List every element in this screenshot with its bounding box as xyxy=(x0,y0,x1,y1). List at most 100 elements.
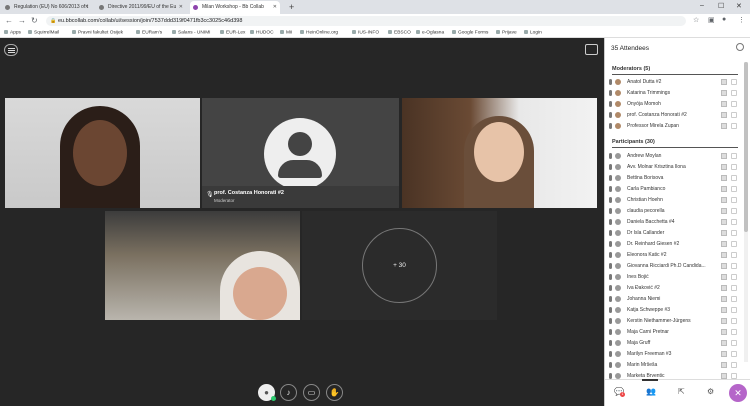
bookmark-item[interactable]: Login xyxy=(524,30,542,36)
new-tab-button[interactable]: + xyxy=(289,2,294,12)
forward-icon[interactable]: → xyxy=(18,16,26,25)
attendee-row[interactable]: Iva Đaković #2 xyxy=(609,284,743,294)
video-tile[interactable] xyxy=(105,211,300,320)
attendee-row[interactable]: claudia pecorella xyxy=(609,207,743,217)
tab-close-icon[interactable]: ✕ xyxy=(273,4,277,10)
browser-menu-icon[interactable]: ⋮ xyxy=(738,16,745,24)
attendee-row[interactable]: Avv. Molnar Krisztina Ilona xyxy=(609,163,743,173)
attendee-options-icon[interactable] xyxy=(731,296,737,302)
attendee-row[interactable]: Dr Isla Callander xyxy=(609,229,743,239)
attendee-row[interactable]: Bettina Borisova xyxy=(609,174,743,184)
window-close-icon[interactable]: ✕ xyxy=(736,2,742,10)
attendee-options-icon[interactable] xyxy=(731,318,737,324)
attendee-row[interactable]: Christian Hoehn xyxy=(609,196,743,206)
attendee-options-icon[interactable] xyxy=(731,101,737,107)
bookmark-item[interactable]: IUS-INFO xyxy=(352,30,379,36)
attendee-options-icon[interactable] xyxy=(731,307,737,313)
attendee-options-icon[interactable] xyxy=(731,153,737,159)
attendees-icon[interactable]: 👥 xyxy=(642,379,658,396)
extension-icon[interactable]: ▣ xyxy=(708,16,715,24)
minimize-icon[interactable]: – xyxy=(700,2,704,9)
attendee-row[interactable]: Marilyn Freeman #3 xyxy=(609,350,743,360)
browser-tab[interactable]: Regulation (EU) No 606/2013 of t ✕ xyxy=(2,1,92,14)
attendee-row[interactable]: Professor Mirela Župan xyxy=(609,122,743,132)
bookmark-item[interactable]: SquirrelMail xyxy=(28,30,59,36)
attendee-options-icon[interactable] xyxy=(731,252,737,258)
video-tile[interactable] xyxy=(5,98,200,208)
attendee-row[interactable]: Daniela Bacchetta #4 xyxy=(609,218,743,228)
my-status-button[interactable]: ● xyxy=(258,384,276,401)
attendee-row[interactable]: Giovanna Ricciardi Ph.D Candida... xyxy=(609,262,743,272)
profile-icon[interactable]: ● xyxy=(722,16,726,23)
attendee-row[interactable]: Kerstin Niethammer-Jürgens xyxy=(609,317,743,327)
gear-icon[interactable]: ⚙ xyxy=(707,387,714,396)
attendee-row[interactable]: Dr. Reinhard Giesen #2 xyxy=(609,240,743,250)
bookmark-item[interactable]: EURam's xyxy=(136,30,162,36)
presenter-tile[interactable]: 🎙 prof. Costanza Honorati #2 Moderator xyxy=(202,98,399,208)
attendee-options-icon[interactable] xyxy=(731,241,737,247)
attendee-options-icon[interactable] xyxy=(731,90,737,96)
camera-button[interactable]: ▭ xyxy=(303,384,320,401)
bookmark-item[interactable]: Pravni fakultet Osijek xyxy=(72,30,123,36)
tab-close-icon[interactable]: ✕ xyxy=(85,4,89,10)
attendee-options-icon[interactable] xyxy=(731,219,737,225)
layout-icon[interactable] xyxy=(585,44,598,55)
bookmark-item[interactable]: EUR-Lex xyxy=(220,30,245,36)
bookmark-item[interactable]: EBSCO xyxy=(388,30,411,36)
close-icon[interactable]: ✕ xyxy=(729,384,747,402)
back-icon[interactable]: ← xyxy=(5,16,13,25)
address-bar[interactable]: 🔒 eu.bbcollab.com/collab/ui/session/join/… xyxy=(46,16,686,26)
attendee-row[interactable]: Johanna Niemi xyxy=(609,295,743,305)
reload-icon[interactable]: ↻ xyxy=(31,16,38,25)
bookmark-item[interactable]: HUDOC xyxy=(250,30,274,36)
browser-tab[interactable]: Directive 2011/99/EU of the Eu ✕ xyxy=(96,1,186,14)
attendee-options-icon[interactable] xyxy=(731,208,737,214)
attendee-options-icon[interactable] xyxy=(731,197,737,203)
bookmark-item[interactable]: Apps xyxy=(4,30,21,36)
attendee-options-icon[interactable] xyxy=(731,285,737,291)
attendee-row[interactable]: Carla Pambianco xyxy=(609,185,743,195)
raise-hand-button[interactable]: ✋ xyxy=(326,384,343,401)
panel-options-icon[interactable] xyxy=(736,43,744,51)
attendee-options-icon[interactable] xyxy=(731,274,737,280)
scroll-thumb[interactable] xyxy=(744,62,748,232)
attendee-row[interactable]: Andrew Moylan xyxy=(609,152,743,162)
attendee-options-icon[interactable] xyxy=(731,329,737,335)
attendee-options-icon[interactable] xyxy=(731,340,737,346)
attendee-row[interactable]: Eleonora Katic #2 xyxy=(609,251,743,261)
bookmark-item[interactable]: MiI xyxy=(280,30,292,36)
browser-tab-active[interactable]: Milan Workshop - Bb Collab ✕ xyxy=(190,1,280,14)
attendee-row[interactable]: prof. Costanza Honorati #2 xyxy=(609,111,743,121)
attendee-options-icon[interactable] xyxy=(731,175,737,181)
attendee-row[interactable]: Anatol Dutta #2 xyxy=(609,78,743,88)
video-tile[interactable] xyxy=(402,98,597,208)
attendee-options-icon[interactable] xyxy=(731,263,737,269)
attendee-row[interactable]: Katarina Trimmings xyxy=(609,89,743,99)
microphone-button[interactable]: ♪ xyxy=(280,384,297,401)
attendee-options-icon[interactable] xyxy=(731,79,737,85)
attendee-row[interactable]: Katja Schweppe #3 xyxy=(609,306,743,316)
panel-scrollbar[interactable] xyxy=(744,62,748,362)
attendee-row[interactable]: Maja Čarni Pretnar xyxy=(609,328,743,338)
maximize-icon[interactable]: ☐ xyxy=(718,2,724,10)
attendee-row[interactable]: Ines Bojić xyxy=(609,273,743,283)
bookmark-star-icon[interactable]: ☆ xyxy=(693,16,699,24)
bookmark-item[interactable]: Prijave xyxy=(496,30,517,36)
bookmark-item[interactable]: Google Forms xyxy=(452,30,488,36)
bookmark-item[interactable]: HeinOnline.org xyxy=(300,30,338,36)
tab-close-icon[interactable]: ✕ xyxy=(179,4,183,10)
attendee-options-icon[interactable] xyxy=(731,362,737,368)
session-menu-button[interactable] xyxy=(4,44,18,56)
bookmark-item[interactable]: Salans - UNIMI xyxy=(172,30,211,36)
share-icon[interactable]: ⇱ xyxy=(678,387,685,396)
chat-icon[interactable]: 💬 1 xyxy=(614,387,625,397)
attendee-options-icon[interactable] xyxy=(731,351,737,357)
attendee-row[interactable]: Onyója Momoh xyxy=(609,100,743,110)
attendee-options-icon[interactable] xyxy=(731,164,737,170)
attendee-options-icon[interactable] xyxy=(731,230,737,236)
overflow-tile[interactable]: + 30 xyxy=(302,211,497,320)
attendee-row[interactable]: Marin Mršeša xyxy=(609,361,743,371)
attendee-options-icon[interactable] xyxy=(731,123,737,129)
attendee-row[interactable]: Maja Gruff xyxy=(609,339,743,349)
bookmark-item[interactable]: e-Oglasna xyxy=(416,30,444,36)
